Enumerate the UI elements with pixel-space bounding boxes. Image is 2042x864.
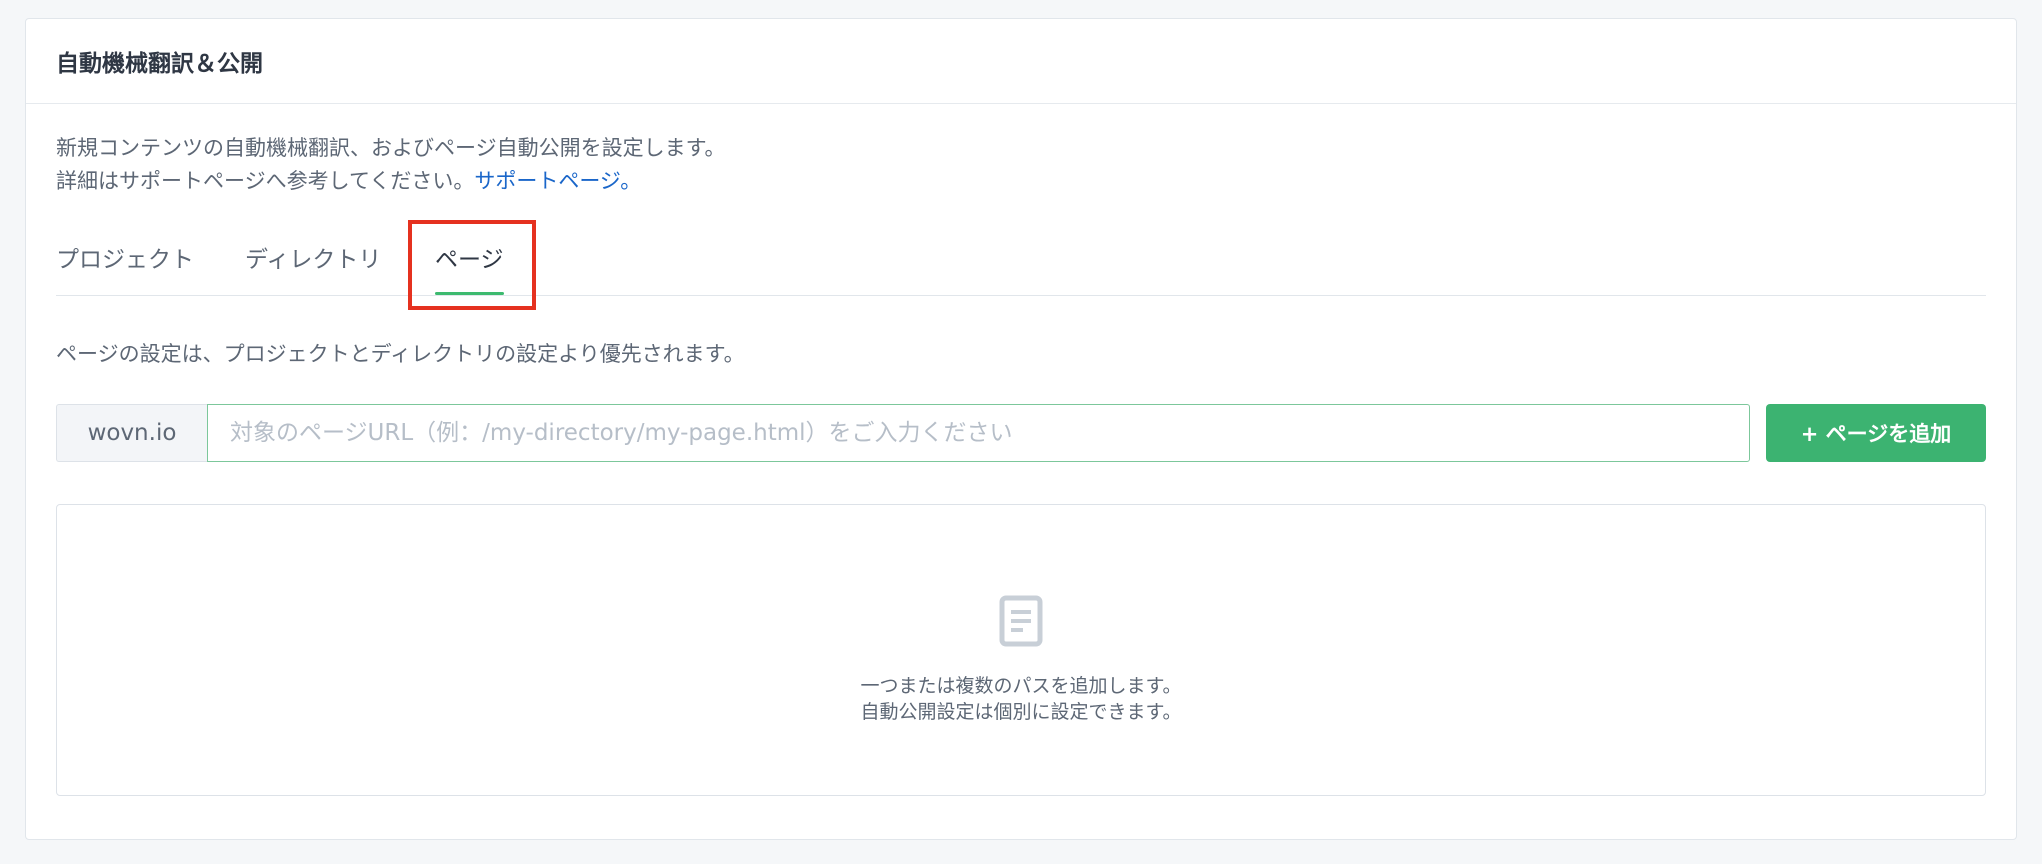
card-header: 自動機械翻訳＆公開 — [26, 19, 2016, 104]
empty-state-line-1: 一つまたは複数のパスを追加します。 — [860, 675, 1182, 697]
tab-project[interactable]: プロジェクト — [56, 240, 194, 296]
page-url-input[interactable] — [207, 404, 1750, 462]
description-line-1: 新規コンテンツの自動機械翻訳、およびページ自動公開を設定します。 — [56, 136, 726, 160]
auto-translation-card: 自動機械翻訳＆公開 新規コンテンツの自動機械翻訳、およびページ自動公開を設定しま… — [25, 18, 2017, 840]
document-icon — [999, 595, 1043, 647]
empty-state-text: 一つまたは複数のパスを追加します。 自動公開設定は個別に設定できます。 — [860, 673, 1181, 725]
empty-state-line-2: 自動公開設定は個別に設定できます。 — [860, 701, 1182, 723]
url-input-row: wovn.io + ページを追加 — [56, 404, 1986, 462]
card-title: 自動機械翻訳＆公開 — [56, 51, 263, 77]
domain-prefix: wovn.io — [56, 404, 207, 462]
active-tab-underline — [435, 292, 504, 295]
support-page-link[interactable]: サポートページ。 — [474, 169, 641, 193]
tab-project-label: プロジェクト — [56, 247, 194, 273]
priority-note: ページの設定は、プロジェクトとディレクトリの設定より優先されます。 — [56, 342, 745, 366]
tab-page-label: ページ — [435, 247, 504, 273]
empty-state-panel: 一つまたは複数のパスを追加します。 自動公開設定は個別に設定できます。 — [56, 504, 1986, 796]
card-body: 新規コンテンツの自動機械翻訳、およびページ自動公開を設定します。 詳細はサポート… — [26, 104, 2016, 796]
add-page-button[interactable]: + ページを追加 — [1766, 404, 1986, 462]
tab-page[interactable]: ページ — [435, 240, 504, 296]
description-line-2-text: 詳細はサポートページへ参考してください。 — [56, 169, 475, 193]
settings-tabs: プロジェクト ディレクトリ ページ — [56, 220, 1986, 310]
tab-directory-label: ディレクトリ — [245, 247, 382, 273]
tab-directory[interactable]: ディレクトリ — [245, 240, 381, 296]
description-line-2: 詳細はサポートページへ参考してください。サポートページ。 — [56, 165, 1986, 198]
description: 新規コンテンツの自動機械翻訳、およびページ自動公開を設定します。 詳細はサポート… — [56, 132, 1986, 198]
